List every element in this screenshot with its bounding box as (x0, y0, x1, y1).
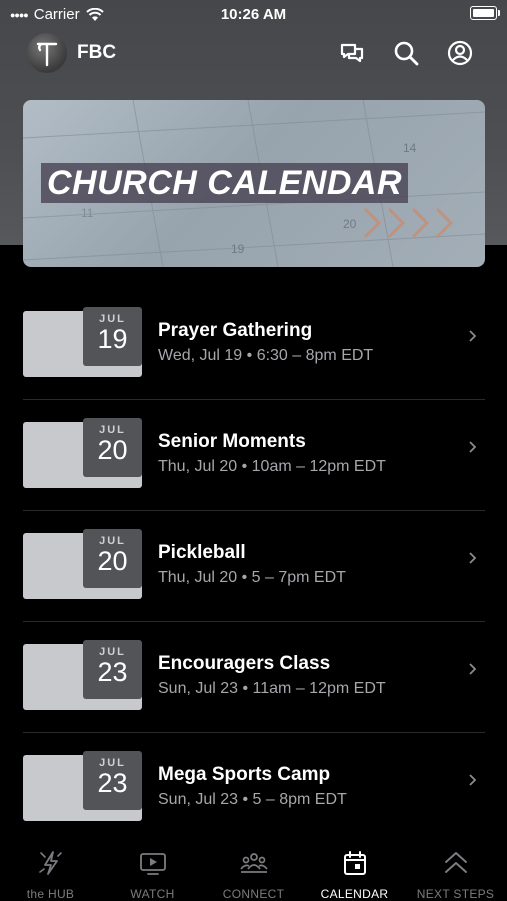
tv-play-icon (139, 853, 166, 875)
tab-next-steps[interactable]: NEXT STEPS (405, 838, 506, 901)
event-day: 20 (97, 546, 128, 576)
banner-title: CHURCH CALENDAR (41, 163, 409, 203)
event-datetime: Thu, Jul 20 • 10am – 12pm EDT (158, 458, 386, 475)
event-title: Pickleball (158, 542, 246, 563)
event-day: 19 (97, 324, 128, 354)
divider (23, 621, 485, 622)
group-icon (239, 853, 268, 873)
svg-text:20: 20 (343, 217, 357, 231)
event-title: Prayer Gathering (158, 320, 313, 341)
event-datetime: Sun, Jul 23 • 11am – 12pm EDT (158, 680, 386, 697)
search-icon[interactable] (392, 39, 420, 67)
event-datetime: Wed, Jul 19 • 6:30 – 8pm EDT (158, 347, 374, 364)
event-date-badge: JUL 20 (83, 418, 142, 477)
chevron-right-icon (469, 330, 477, 342)
chevron-right-icon (469, 663, 477, 675)
divider (23, 399, 485, 400)
hub-icon (38, 851, 62, 875)
calendar-icon (343, 851, 366, 875)
event-row[interactable]: JUL 23 Encouragers Class Sun, Jul 23 • 1… (23, 632, 485, 742)
tab-label: CALENDAR (320, 887, 389, 901)
event-datetime: Thu, Jul 20 • 5 – 7pm EDT (158, 569, 346, 586)
tab-watch[interactable]: WATCH (102, 838, 203, 901)
chevron-arrows-icon (363, 207, 454, 239)
divider (23, 732, 485, 733)
event-datetime: Sun, Jul 23 • 5 – 8pm EDT (158, 791, 347, 808)
chevron-right-icon (469, 774, 477, 786)
chevron-right-icon (469, 552, 477, 564)
event-date-badge: JUL 19 (83, 307, 142, 366)
double-chevron-up-icon (444, 852, 467, 873)
tab-label: the HUB (26, 887, 75, 901)
event-day: 23 (97, 657, 128, 687)
church-logo[interactable] (27, 33, 67, 73)
messages-icon[interactable] (338, 39, 366, 67)
event-title: Mega Sports Camp (158, 764, 331, 785)
tab-connect[interactable]: CONNECT (203, 838, 304, 901)
event-row[interactable]: JUL 20 Senior Moments Thu, Jul 20 • 10am… (23, 410, 485, 520)
tab-label: CONNECT (222, 887, 285, 901)
event-date-badge: JUL 23 (83, 640, 142, 699)
app-name: FBC (77, 42, 117, 63)
svg-text:19: 19 (231, 242, 245, 256)
chevron-right-icon (469, 441, 477, 453)
tab-label: WATCH (130, 887, 175, 901)
app-bar: FBC (0, 33, 507, 73)
tab-label: NEXT STEPS (416, 887, 495, 901)
tab-hub[interactable]: the HUB (0, 838, 101, 901)
svg-text:11: 11 (81, 206, 94, 220)
event-date-badge: JUL 23 (83, 751, 142, 810)
event-day: 20 (97, 435, 128, 465)
event-row[interactable]: JUL 20 Pickleball Thu, Jul 20 • 5 – 7pm … (23, 521, 485, 631)
event-day: 23 (97, 768, 128, 798)
event-title: Encouragers Class (158, 653, 331, 674)
divider (23, 510, 485, 511)
event-row[interactable]: JUL 23 Mega Sports Camp Sun, Jul 23 • 5 … (23, 743, 485, 853)
battery-icon (470, 6, 500, 20)
event-row[interactable]: JUL 19 Prayer Gathering Wed, Jul 19 • 6:… (23, 299, 485, 409)
status-bar: ●●●● Carrier 10:26 AM (0, 0, 507, 28)
calendar-banner: 11 20 19 14 CHURCH CALENDAR (23, 100, 485, 267)
event-title: Senior Moments (158, 431, 306, 452)
tab-bar: the HUB WATCH CONNECT CALENDAR NEXT STEP… (0, 838, 507, 901)
event-date-badge: JUL 20 (83, 529, 142, 588)
svg-text:14: 14 (403, 141, 417, 155)
status-time: 10:26 AM (220, 6, 287, 23)
profile-icon[interactable] (446, 39, 474, 67)
cross-logo-icon (36, 42, 58, 67)
tab-calendar[interactable]: CALENDAR (304, 838, 405, 901)
